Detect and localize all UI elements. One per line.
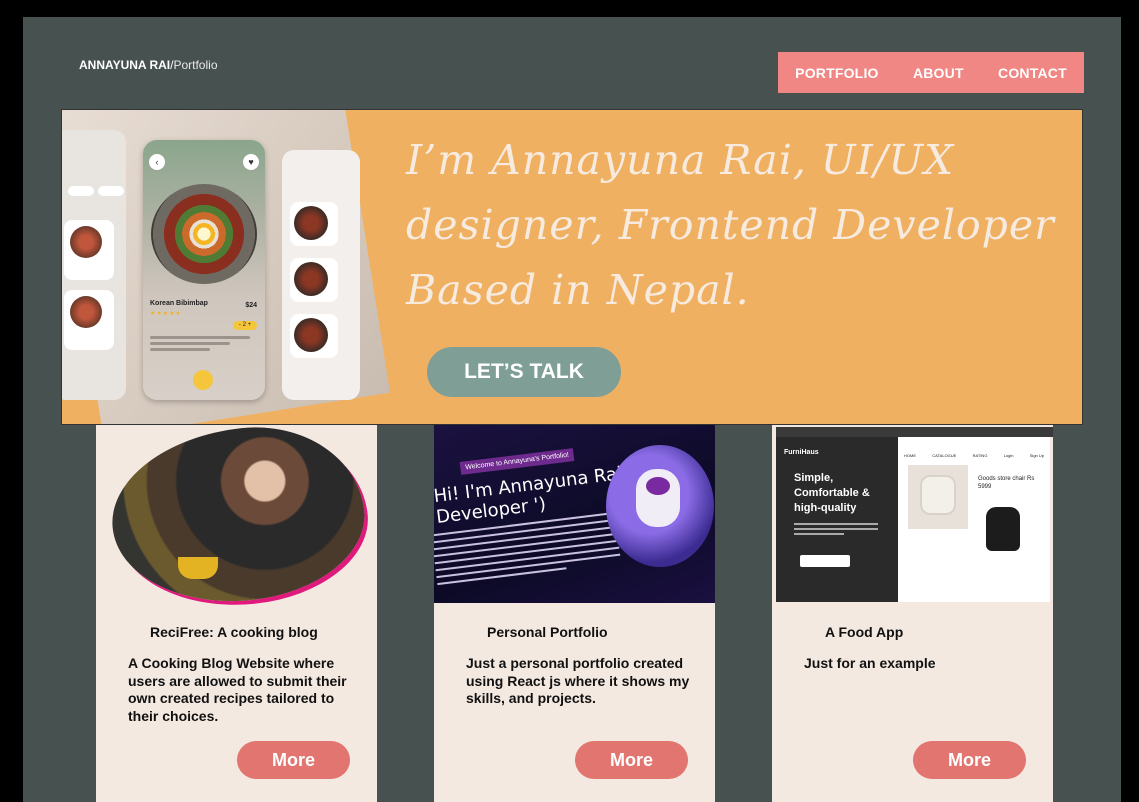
preview-nav-item: Login [1003,453,1014,458]
armchair-image [908,465,968,529]
hero-headline: I’m Annayuna Rai, UI/UX designer, Fronte… [406,128,1082,323]
top-nav: PORTFOLIO ABOUT CONTACT [778,52,1084,93]
project-title: A Food App [825,624,904,640]
project-image [96,425,377,605]
preview-nav-item: CATALOGUE [932,453,957,458]
bibimbap-bowl-image [151,184,257,284]
black-chair-image [986,507,1020,551]
food-app-preview-image: FurniHaus Simple, Comfortable & high-qua… [776,427,1053,602]
more-button[interactable]: More [913,741,1026,779]
portfolio-preview-image: Welcome to Annayuna's Portfolio! Hi! I'm… [434,425,715,603]
preview-discover-button [800,555,850,567]
dish-image [294,318,328,352]
armchair-shape [922,477,954,513]
dish-price: $24 [245,302,257,309]
preview-nav-item: HOME [904,453,916,458]
preview-panel: HOME CATALOGUE RATING Login Sign Up Good… [898,437,1050,602]
hero-banner: ‹ ♥ Korean Bibimbap $24 ★★★★★ - 2 + I’m … [61,109,1083,425]
preview-heading: Simple, Comfortable & high-quality [794,472,870,514]
project-title: ReciFree: A cooking blog [150,624,318,640]
phone-mockup-right [282,150,360,400]
more-button[interactable]: More [575,741,688,779]
heart-icon: ♥ [243,154,259,170]
project-card-food-app: FurniHaus Simple, Comfortable & high-qua… [772,425,1053,802]
project-title: Personal Portfolio [487,624,608,640]
page-frame: ANNAYUNA RAI/Portfolio PORTFOLIO ABOUT C… [23,17,1121,802]
dish-image [70,296,102,328]
astronaut-icon [636,469,680,527]
brand-name: ANNAYUNA RAI [79,58,171,72]
more-button[interactable]: More [237,741,350,779]
preview-nav-item: Sign Up [1029,453,1044,458]
project-description: A Cooking Blog Website where users are a… [128,655,347,724]
headline-line: Based in Nepal. [406,266,750,314]
project-description: Just a personal portfolio created using … [466,655,690,706]
nav-contact[interactable]: CONTACT [998,65,1067,81]
cup-image [178,557,218,579]
filter-chip [98,186,124,196]
nav-portfolio[interactable]: PORTFOLIO [795,65,878,81]
project-image: FurniHaus Simple, Comfortable & high-qua… [772,425,1053,605]
astronaut-visor [646,477,670,495]
preview-subtext [794,523,878,538]
cooking-blog-photo [103,425,373,605]
preview-product: Goods store chair Rs 5999 [978,476,1035,490]
project-card-portfolio: Welcome to Annayuna's Portfolio! Hi! I'm… [434,425,715,802]
project-card-recifree: ReciFree: A cooking blog A Cooking Blog … [96,425,377,802]
phone-mockup-main: ‹ ♥ Korean Bibimbap $24 ★★★★★ - 2 + [143,140,265,400]
project-image: Welcome to Annayuna's Portfolio! Hi! I'm… [434,425,715,605]
lets-talk-button[interactable]: LET’S TALK [427,347,621,397]
filter-chip [68,186,94,196]
dish-image [70,226,102,258]
preview-nav-item: RATING [972,453,988,458]
headline-line: designer, Frontend Developer [406,201,1055,249]
nav-about[interactable]: ABOUT [913,65,964,81]
preview-nav: HOME CATALOGUE RATING Login Sign Up [904,453,1044,458]
preview-brand: FurniHaus [784,449,819,456]
project-description: Just for an example [804,655,936,671]
app-mockup-image: ‹ ♥ Korean Bibimbap $24 ★★★★★ - 2 + [62,110,391,424]
preview-topbar [776,427,1053,437]
brand-logo[interactable]: ANNAYUNA RAI/Portfolio [79,58,218,72]
rating-stars-icon: ★★★★★ [150,311,182,317]
details-text-lines [150,336,250,354]
brand-suffix: Portfolio [173,58,218,72]
home-icon [193,370,213,390]
dish-title: Korean Bibimbap [150,300,208,307]
dish-image [294,206,328,240]
quantity-stepper: - 2 + [233,321,257,330]
headline-line: I’m Annayuna Rai, UI/UX [406,136,955,184]
dish-image [294,262,328,296]
phone-mockup-left [62,130,126,400]
back-icon: ‹ [149,154,165,170]
